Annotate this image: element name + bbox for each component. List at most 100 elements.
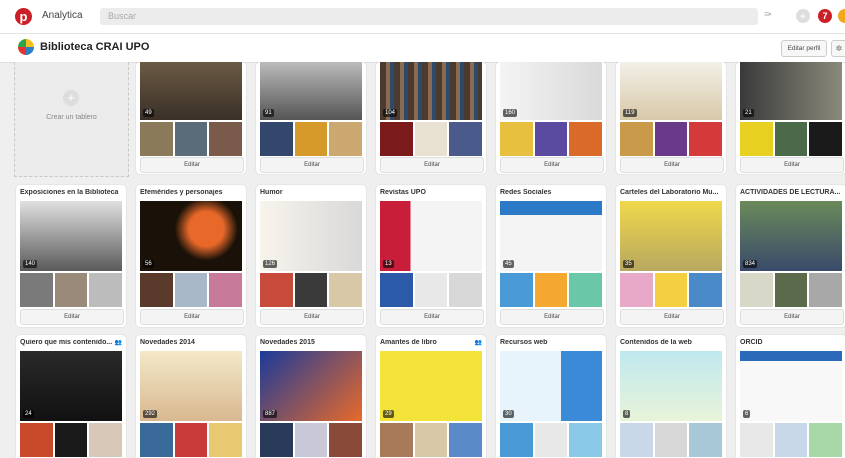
pin-count: 119 — [623, 109, 637, 117]
board-card[interactable]: Exposiciones en la Biblioteca 140 Editar — [16, 185, 126, 327]
add-pin-icon[interactable]: + — [796, 9, 810, 23]
board-cover: 292 — [140, 351, 242, 421]
board-card[interactable]: Contenidos de la web 8 — [616, 335, 726, 458]
board-card[interactable]: ORCID 6 — [736, 335, 845, 458]
board-cover: 140 — [20, 201, 122, 271]
board-card[interactable]: 91 Editar — [256, 62, 366, 174]
board-title: Quiero que mis contenido... — [20, 339, 113, 346]
board-thumbnails — [20, 423, 123, 457]
board-title: Humor — [260, 189, 283, 196]
board-cover: 126 — [260, 201, 362, 271]
edit-board-button[interactable]: Editar — [140, 309, 244, 325]
profile-name[interactable]: Biblioteca CRAI UPO — [40, 41, 149, 53]
board-thumbnails — [380, 273, 483, 307]
edit-board-button[interactable]: Editar — [740, 157, 844, 173]
edit-board-button[interactable]: Editar — [380, 157, 484, 173]
edit-board-button[interactable]: Editar — [140, 157, 244, 173]
pin-count: 29 — [383, 410, 394, 418]
board-card[interactable]: Revistas UPO 13 Editar — [376, 185, 486, 327]
board-cover: 21 — [740, 62, 842, 120]
board-thumbnails — [620, 423, 723, 457]
search-placeholder: Buscar — [108, 11, 137, 21]
board-thumbnails — [500, 122, 603, 156]
board-card[interactable]: Humor 126 Editar — [256, 185, 366, 327]
board-cover: 56 — [140, 201, 242, 271]
board-thumbnails — [140, 122, 243, 156]
top-navigation-bar: p Analytica Buscar ≡▪ + 7 — [0, 0, 845, 34]
board-title: Redes Sociales — [500, 189, 552, 196]
board-card[interactable]: 21 Editar — [736, 62, 845, 174]
board-cover: 13 — [380, 201, 482, 271]
edit-profile-button[interactable]: Editar perfil — [781, 40, 827, 57]
pin-count: 35 — [623, 260, 634, 268]
board-cover: 30 — [500, 351, 602, 421]
edit-board-button[interactable]: Editar — [500, 309, 604, 325]
board-cover: 91 — [260, 62, 362, 120]
board-cover: 8 — [620, 351, 722, 421]
board-thumbnails — [740, 122, 843, 156]
board-card[interactable]: Novedades 2014 292 — [136, 335, 246, 458]
board-cover: 35 — [620, 201, 722, 271]
board-card[interactable]: ACTIVIDADES DE LECTURA... 834 Editar — [736, 185, 845, 327]
board-card[interactable]: 104 Editar — [376, 62, 486, 174]
board-title: Exposiciones en la Biblioteca — [20, 189, 119, 196]
board-thumbnails — [140, 273, 243, 307]
board-thumbnails — [140, 423, 243, 457]
pin-count: 126 — [263, 260, 278, 268]
pinterest-logo-icon[interactable]: p — [15, 8, 32, 25]
board-thumbnails — [740, 423, 843, 457]
pin-count: 887 — [263, 410, 278, 418]
board-thumbnails — [260, 273, 363, 307]
search-input[interactable]: Buscar — [100, 8, 758, 25]
board-thumbnails — [260, 122, 363, 156]
board-card[interactable]: 160 Editar — [496, 62, 606, 174]
edit-board-button[interactable]: Editar — [260, 157, 364, 173]
board-title: Recursos web — [500, 339, 548, 346]
group-board-icon: 👥 — [474, 340, 482, 346]
user-avatar[interactable] — [838, 9, 845, 23]
pin-count: 140 — [23, 260, 38, 268]
board-cover: 834 — [740, 201, 842, 271]
board-thumbnails — [20, 273, 123, 307]
pin-count: 160 — [503, 109, 518, 117]
pin-count: 8 — [623, 410, 631, 418]
board-card[interactable]: Redes Sociales 45 Editar — [496, 185, 606, 327]
edit-board-button[interactable]: Editar — [380, 309, 484, 325]
edit-board-button[interactable]: Editar — [620, 157, 724, 173]
pin-count: 30 — [503, 410, 514, 418]
pin-count: 24 — [23, 410, 34, 418]
create-board-tile[interactable]: + Crear un tablero — [14, 62, 129, 177]
board-card[interactable]: Novedades 2015 887 — [256, 335, 366, 458]
board-card[interactable]: 49 Editar — [136, 62, 246, 174]
board-card[interactable]: Efemérides y personajes 56 Editar — [136, 185, 246, 327]
board-thumbnails — [740, 273, 843, 307]
pin-count: 49 — [143, 109, 154, 117]
notifications-badge[interactable]: 7 — [818, 9, 832, 23]
board-card[interactable]: Amantes de libro 👥 29 — [376, 335, 486, 458]
board-card[interactable]: Quiero que mis contenido... 👥 24 — [16, 335, 126, 458]
board-card[interactable]: 119 Editar — [616, 62, 726, 174]
board-title: Amantes de libro — [380, 339, 437, 346]
pin-count: 56 — [143, 260, 154, 268]
edit-board-button[interactable]: Editar — [740, 309, 844, 325]
boards-grid: + Crear un tablero 49 Editar 91 Editar 1… — [0, 62, 845, 458]
analytics-link[interactable]: Analytica — [42, 10, 83, 21]
board-card[interactable]: Carteles del Laboratorio Mu... 35 Editar — [616, 185, 726, 327]
board-card[interactable]: Recursos web 30 — [496, 335, 606, 458]
edit-board-button[interactable]: Editar — [260, 309, 364, 325]
board-title: Revistas UPO — [380, 189, 426, 196]
edit-board-button[interactable]: Editar — [620, 309, 724, 325]
menu-icon[interactable]: ≡▪ — [764, 9, 772, 19]
gear-icon[interactable]: ✲ — [831, 40, 845, 57]
pin-count: 91 — [263, 109, 274, 117]
edit-board-button[interactable]: Editar — [500, 157, 604, 173]
pin-count: 45 — [503, 260, 514, 268]
profile-avatar[interactable] — [18, 39, 34, 55]
edit-board-button[interactable]: Editar — [20, 309, 124, 325]
board-title: ACTIVIDADES DE LECTURA... — [740, 189, 840, 196]
board-cover: 49 — [140, 62, 242, 120]
board-thumbnails — [620, 273, 723, 307]
pin-count: 13 — [383, 260, 394, 268]
board-cover: 29 — [380, 351, 482, 421]
pin-count: 21 — [743, 109, 754, 117]
